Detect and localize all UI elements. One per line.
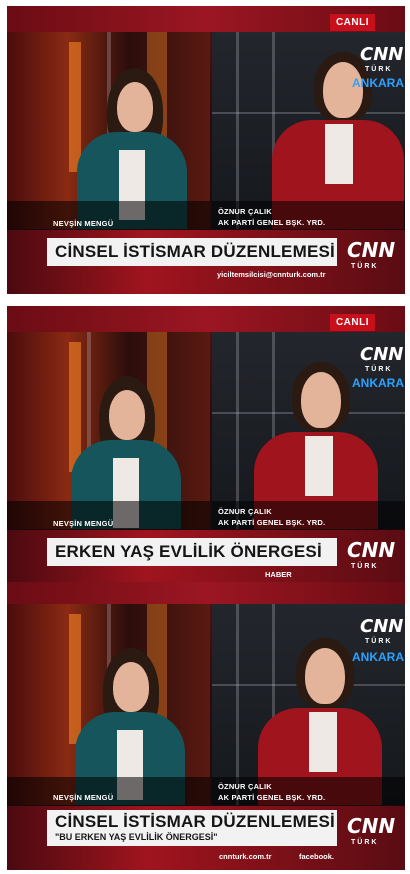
cnn-turk-logo: CNN TÜRK bbox=[337, 806, 395, 870]
right-title-label: AK PARTİ GENEL BŞK. YRD. bbox=[218, 518, 326, 527]
studio-lamp bbox=[69, 342, 81, 472]
face bbox=[113, 662, 149, 712]
lower-third: CİNSEL İSTİSMAR DÜZENLEMESİ yiciltemsilc… bbox=[7, 230, 405, 294]
headline-box: CİNSEL İSTİSMAR DÜZENLEMESİ bbox=[47, 238, 337, 266]
left-presenter-panel: NEVŞİN MENGÜ bbox=[7, 32, 210, 229]
cnn-turk-logo: CNN TÜRK bbox=[337, 230, 395, 294]
cnn-logo-text: CNN bbox=[347, 538, 396, 562]
window-frame bbox=[236, 604, 239, 805]
live-badge: CANLI bbox=[329, 14, 375, 31]
broadcast-frame-3: NEVŞİN MENGÜ CNN TÜRK ANKARA ÖZNUR ÇALIK… bbox=[7, 582, 405, 870]
right-guest-panel: CNN TÜRK ANKARA ÖZNUR ÇALIK AK PARTİ GEN… bbox=[212, 32, 405, 229]
face bbox=[117, 82, 153, 132]
city-label: ANKARA bbox=[352, 650, 404, 664]
broadcast-frame-1: CANLI NEVŞİN MENGÜ CNN TÜRK ANKARA ÖZNUR… bbox=[7, 6, 405, 294]
top-bar: CANLI bbox=[7, 306, 405, 332]
turk-label: TÜRK bbox=[365, 66, 393, 73]
face bbox=[109, 390, 145, 440]
window-frame bbox=[236, 32, 239, 229]
cnn-logo-text: CNN bbox=[347, 814, 396, 838]
live-badge: CANLI bbox=[329, 314, 375, 331]
right-guest-panel: CNN TÜRK ANKARA ÖZNUR ÇALIK AK PARTİ GEN… bbox=[212, 332, 405, 529]
studio-lamp bbox=[69, 614, 81, 744]
top-bar: CANLI bbox=[7, 6, 405, 32]
ticker-section: HABER bbox=[265, 570, 292, 579]
turk-logo-text: TÜRK bbox=[351, 839, 379, 846]
turk-logo-text: TÜRK bbox=[351, 563, 379, 570]
left-name-label: NEVŞİN MENGÜ bbox=[53, 793, 114, 802]
studio-lamp bbox=[69, 42, 81, 172]
broadcast-frame-2: CANLI NEVŞİN MENGÜ CNN TÜRK ANKARA ÖZNUR… bbox=[7, 306, 405, 594]
turk-label: TÜRK bbox=[365, 638, 393, 645]
headline: CİNSEL İSTİSMAR DÜZENLEMESİ bbox=[55, 812, 335, 831]
city-label: ANKARA bbox=[352, 376, 404, 390]
headline: CİNSEL İSTİSMAR DÜZENLEMESİ bbox=[55, 242, 335, 261]
lower-third: CİNSEL İSTİSMAR DÜZENLEMESİ "BU ERKEN YA… bbox=[7, 806, 405, 870]
cnn-logo-text: CNN bbox=[347, 238, 396, 262]
shirt bbox=[309, 712, 337, 772]
face bbox=[305, 648, 345, 704]
subline: "BU ERKEN YAŞ EVLİLİK ÖNERGESİ" bbox=[55, 832, 218, 842]
turk-label: TÜRK bbox=[365, 366, 393, 373]
right-name-label: ÖZNUR ÇALIK bbox=[218, 207, 272, 216]
ticker-email: yiciltemsilcisi@cnnturk.com.tr bbox=[217, 270, 326, 279]
window-frame bbox=[236, 332, 239, 529]
headline-box: CİNSEL İSTİSMAR DÜZENLEMESİ "BU ERKEN YA… bbox=[47, 810, 337, 846]
cnn-logo: CNN bbox=[360, 44, 404, 65]
cnn-logo: CNN bbox=[360, 616, 404, 637]
left-presenter-panel: NEVŞİN MENGÜ bbox=[7, 332, 210, 529]
right-name-label: ÖZNUR ÇALIK bbox=[218, 782, 272, 791]
window-frame bbox=[212, 112, 405, 114]
turk-logo-text: TÜRK bbox=[351, 263, 379, 270]
right-guest-panel: CNN TÜRK ANKARA ÖZNUR ÇALIK AK PARTİ GEN… bbox=[212, 604, 405, 805]
left-name-label: NEVŞİN MENGÜ bbox=[53, 519, 114, 528]
headline: ERKEN YAŞ EVLİLİK ÖNERGESİ bbox=[55, 542, 322, 561]
top-bar bbox=[7, 582, 405, 604]
ticker-facebook: facebook. bbox=[299, 852, 335, 861]
cnn-logo: CNN bbox=[360, 344, 404, 365]
left-presenter-panel: NEVŞİN MENGÜ bbox=[7, 604, 210, 805]
ticker-website: cnnturk.com.tr bbox=[219, 852, 272, 861]
right-name-label: ÖZNUR ÇALIK bbox=[218, 507, 272, 516]
shirt bbox=[325, 124, 353, 184]
right-title-label: AK PARTİ GENEL BŞK. YRD. bbox=[218, 218, 326, 227]
face bbox=[301, 372, 341, 428]
face bbox=[323, 62, 363, 118]
right-title-label: AK PARTİ GENEL BŞK. YRD. bbox=[218, 793, 326, 802]
shirt bbox=[305, 436, 333, 496]
headline-box: ERKEN YAŞ EVLİLİK ÖNERGESİ bbox=[47, 538, 337, 566]
city-label: ANKARA bbox=[352, 76, 404, 90]
left-name-label: NEVŞİN MENGÜ bbox=[53, 219, 114, 228]
